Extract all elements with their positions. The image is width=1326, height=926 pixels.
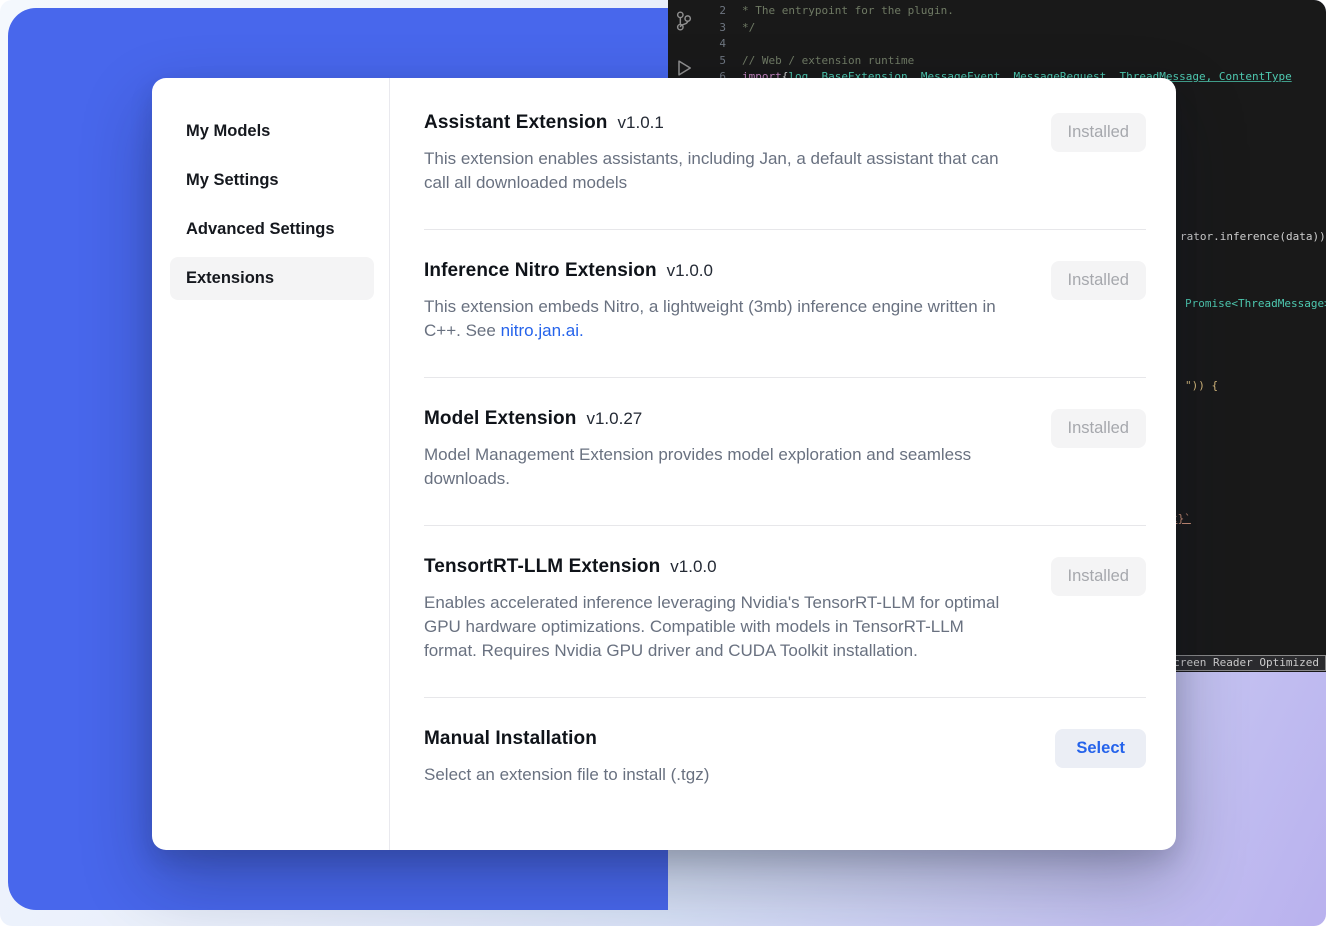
code-text: * The entrypoint for the plugin.	[742, 3, 954, 19]
git-branch-icon	[674, 10, 694, 32]
extension-description: Enables accelerated inference leveraging…	[424, 591, 1016, 663]
sidebar-item-my-models[interactable]: My Models	[170, 110, 374, 153]
line-number: 2	[716, 3, 742, 19]
installed-button[interactable]: Installed	[1051, 113, 1146, 152]
extension-row-tensorrt-llm: TensortRT-LLM Extension v1.0.0 Enables ac…	[424, 526, 1146, 698]
installed-button[interactable]: Installed	[1051, 409, 1146, 448]
line-number: 3	[716, 20, 742, 36]
select-file-button[interactable]: Select	[1055, 729, 1146, 768]
line-number: 4	[716, 36, 742, 52]
installed-button[interactable]: Installed	[1051, 261, 1146, 300]
extension-row-assistant: Assistant Extension v1.0.1 This extension…	[424, 78, 1146, 230]
nitro-jan-ai-link[interactable]: nitro.jan.ai.	[501, 321, 584, 340]
screen-reader-badge: Screen Reader Optimized	[1160, 655, 1326, 671]
page-background: 2 * The entrypoint for the plugin. 3 */ …	[0, 0, 1326, 926]
settings-sidebar: My Models My Settings Advanced Settings …	[152, 78, 390, 850]
extension-version: v1.0.0	[667, 261, 713, 280]
extension-description: This extension embeds Nitro, a lightweig…	[424, 295, 1016, 343]
installed-button[interactable]: Installed	[1051, 557, 1146, 596]
extension-version: v1.0.1	[618, 113, 664, 132]
extension-row-model: Model Extension v1.0.27 Model Management …	[424, 378, 1146, 526]
code-fragment: rator.inference(data));	[1180, 229, 1326, 245]
extension-description: Model Management Extension provides mode…	[424, 443, 1016, 491]
code-text: // Web / extension runtime	[742, 53, 914, 69]
extension-title: Model Extension	[424, 408, 576, 429]
manual-installation-row: Manual Installation Select an extension …	[424, 698, 1146, 813]
run-debug-icon	[674, 58, 694, 78]
extension-row-inference-nitro: Inference Nitro Extension v1.0.0 This ext…	[424, 230, 1146, 378]
extension-version: v1.0.27	[586, 409, 642, 428]
manual-installation-title: Manual Installation	[424, 728, 597, 749]
extensions-panel: Assistant Extension v1.0.1 This extension…	[390, 78, 1176, 850]
code-fragment: Promise<ThreadMessage>	[1185, 296, 1326, 312]
extension-title: Assistant Extension	[424, 112, 608, 133]
extension-title: TensortRT-LLM Extension	[424, 556, 660, 577]
code-fragment: ")) {	[1185, 378, 1218, 394]
code-lines: 2 * The entrypoint for the plugin. 3 */ …	[716, 3, 1292, 86]
sidebar-item-advanced-settings[interactable]: Advanced Settings	[170, 208, 374, 251]
line-number: 5	[716, 53, 742, 69]
editor-activity-bar	[674, 10, 694, 78]
manual-installation-description: Select an extension file to install (.tg…	[424, 763, 1016, 787]
settings-modal: My Models My Settings Advanced Settings …	[152, 78, 1176, 850]
sidebar-item-my-settings[interactable]: My Settings	[170, 159, 374, 202]
extension-version: v1.0.0	[670, 557, 716, 576]
extension-title: Inference Nitro Extension	[424, 260, 657, 281]
sidebar-item-extensions[interactable]: Extensions	[170, 257, 374, 300]
extension-description: This extension enables assistants, inclu…	[424, 147, 1016, 195]
code-text: */	[742, 20, 755, 36]
